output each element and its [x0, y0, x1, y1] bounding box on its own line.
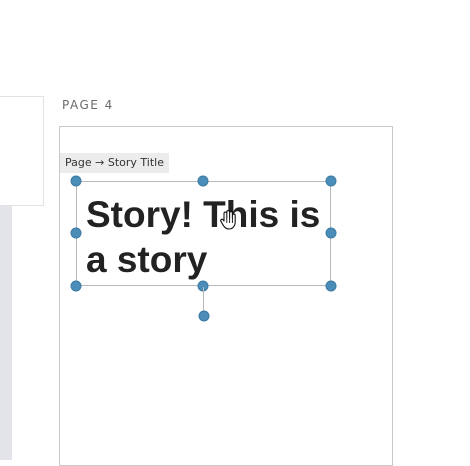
resize-handle-middle-left[interactable]	[70, 227, 82, 239]
element-breadcrumb[interactable]: Page → Story Title	[60, 153, 169, 173]
resize-handle-bottom-left[interactable]	[70, 280, 82, 292]
hand-grab-icon	[220, 210, 236, 230]
previous-page-edge	[0, 96, 44, 206]
resize-handle-bottom-right[interactable]	[325, 280, 337, 292]
rotate-handle[interactable]	[198, 310, 210, 322]
page-canvas[interactable]	[59, 126, 393, 466]
resize-handle-middle-right[interactable]	[325, 227, 337, 239]
resize-handle-top-right[interactable]	[325, 175, 337, 187]
resize-handle-top-center[interactable]	[197, 175, 209, 187]
left-panel-strip	[0, 206, 12, 460]
story-title-text[interactable]: Story! This is a story	[86, 192, 336, 282]
page-label: PAGE 4	[62, 98, 114, 112]
resize-handle-top-left[interactable]	[70, 175, 82, 187]
